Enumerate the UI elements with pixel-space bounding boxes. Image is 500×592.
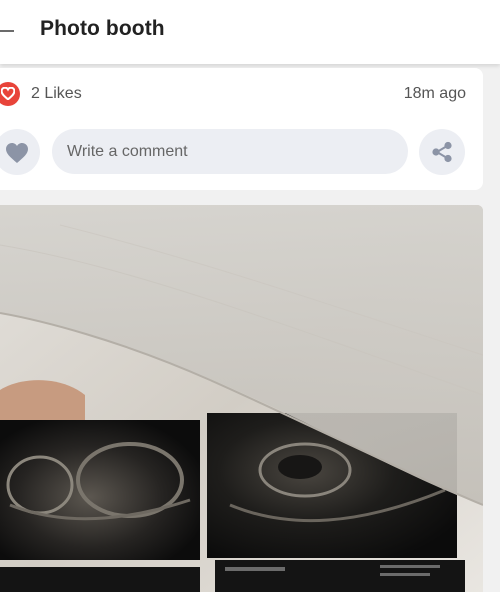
post-timestamp: 18m ago	[403, 85, 466, 102]
ultrasound-photo	[0, 205, 483, 592]
share-icon	[432, 141, 452, 163]
comment-input[interactable]: Write a comment	[52, 129, 408, 174]
page-title: Photo booth	[40, 17, 165, 40]
heart-icon	[6, 143, 28, 163]
likes-count[interactable]: 2 Likes	[31, 85, 82, 103]
top-bar: Photo booth	[0, 0, 500, 64]
likes-row: 2 Likes 18m ago	[0, 82, 483, 108]
liked-heart-icon[interactable]	[0, 82, 20, 106]
post-photo[interactable]	[0, 205, 483, 592]
share-button[interactable]	[419, 129, 465, 175]
back-arrow-icon[interactable]	[0, 30, 14, 32]
